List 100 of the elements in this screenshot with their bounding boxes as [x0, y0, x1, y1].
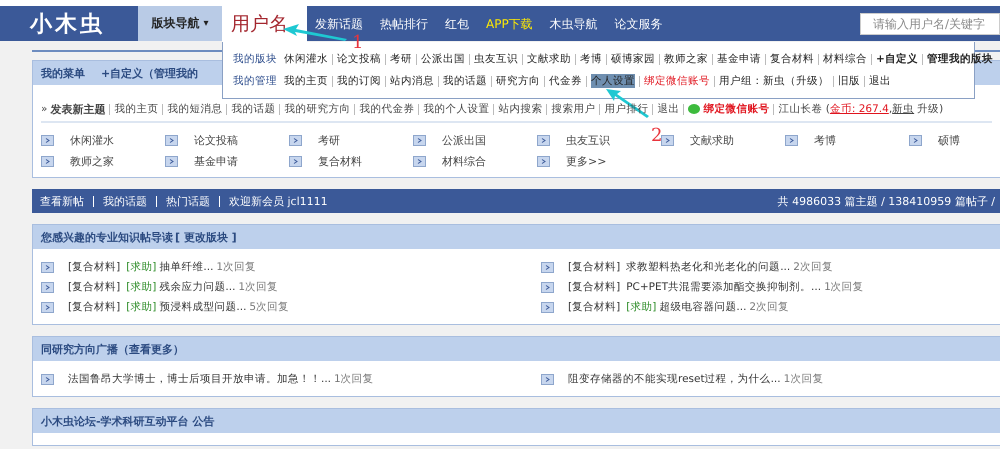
quick-link[interactable]: 我的主页 [114, 102, 158, 116]
thread-category[interactable]: [复合材料] [568, 260, 620, 274]
quick-link[interactable]: 我的话题 [231, 102, 276, 116]
thread-tag: [求助] [626, 300, 656, 314]
bullet-icon [413, 156, 426, 167]
nav-link[interactable]: 木虫导航 [550, 16, 598, 30]
menu-link[interactable]: 休闲灌水 [284, 52, 328, 66]
board-link[interactable]: 硕博 [909, 133, 960, 148]
panel-title: 您感兴趣的专业知识帖导读 [41, 230, 173, 244]
menu-link[interactable]: 绑定微信账号 [644, 74, 710, 88]
account-name: 江山长卷 ( [778, 102, 830, 116]
thread-category[interactable]: [复合材料] [68, 300, 120, 314]
post-totals: 共 4986033 篇主题 / 138410959 篇帖子 / [778, 194, 995, 208]
bullet-icon [541, 262, 554, 272]
menu-link[interactable]: +自定义 [876, 52, 918, 66]
menu-link[interactable]: 教师之家 [664, 52, 708, 66]
quick-link[interactable]: 我的代金券 [359, 102, 414, 116]
menu-link[interactable]: 个人设置 [591, 74, 635, 88]
quick-link[interactable]: 我的个人设置 [423, 102, 490, 116]
site-logo[interactable]: 小木虫 [30, 8, 138, 38]
bullet-icon [541, 282, 554, 292]
nav-link[interactable]: 红包 [445, 16, 469, 30]
panel-title: 同研究方向广播（查看更多） [41, 342, 184, 356]
menu-link[interactable]: 公派出国 [421, 52, 465, 66]
change-boards-link[interactable]: [ 更改版块 ] [175, 230, 237, 244]
search-field[interactable]: 请输入用户名/关键字 [860, 12, 1000, 34]
thread-title[interactable]: 超级电容器问题... [659, 300, 746, 314]
board-link[interactable]: 文献求助 [661, 133, 734, 148]
nav-link[interactable]: 发新话题 [315, 16, 363, 30]
menu-link[interactable]: 退出 [869, 74, 891, 88]
board-link[interactable]: 论文投稿 [165, 133, 238, 148]
bar-link[interactable]: 欢迎新会员 jcl1111 [229, 194, 328, 208]
thread-tag: [求助] [126, 300, 156, 314]
coins-link[interactable]: 金币: 267.4 [830, 102, 889, 116]
thread-title[interactable]: 抽单纤维... [159, 260, 214, 274]
menu-link[interactable]: 我的主页 [284, 74, 328, 88]
bullet-icon [909, 135, 922, 146]
thread-title[interactable]: 残余应力问题... [159, 280, 236, 294]
board-link[interactable]: 复合材料 [289, 154, 362, 169]
menu-link[interactable]: 材料综合 [823, 52, 867, 66]
menu-link[interactable]: 论文投稿 [337, 52, 381, 66]
nav-link[interactable]: APP下载 [486, 16, 533, 30]
thread-title[interactable]: PC+PET共混需要添加酯交换抑制剂。... [626, 280, 822, 294]
user-group-link[interactable]: 新虫 [892, 102, 914, 116]
menu-link[interactable]: 考博 [580, 52, 602, 66]
bind-wechat-link[interactable]: 绑定微信账号 [688, 102, 770, 116]
bullet-icon [41, 262, 54, 272]
menu-link[interactable]: 考研 [390, 52, 412, 66]
menu-link[interactable]: 用户组：新虫（升级） [719, 74, 829, 88]
bullet-icon [537, 135, 550, 146]
board-link[interactable]: 考研 [289, 133, 340, 148]
bullet-icon [41, 135, 54, 146]
menu-link[interactable]: 旧版 [838, 74, 860, 88]
quick-link[interactable]: 我的短消息 [167, 102, 222, 116]
quick-link[interactable]: 退出 [657, 102, 680, 116]
menu-link[interactable]: 研究方向 [496, 74, 540, 88]
menu-link[interactable]: 站内消息 [390, 74, 434, 88]
forum-navigation-button[interactable]: 版块导航 ▾ [138, 6, 222, 41]
chat-bubble-icon [688, 104, 700, 114]
menu-link[interactable]: 复合材料 [770, 52, 814, 66]
thread-category[interactable]: [复合材料] [68, 260, 120, 274]
bullet-mark: » [41, 103, 48, 115]
thread-category[interactable]: [复合材料] [568, 300, 620, 314]
thread-title[interactable]: 法国鲁昂大学博士，博士后项目开放申请。加急！！... [68, 372, 332, 386]
thread-title[interactable]: 求教塑料热老化和光老化的问题... [626, 260, 790, 274]
bullet-icon [289, 135, 302, 146]
board-link[interactable]: 教师之家 [41, 154, 114, 169]
bar-link[interactable]: 查看新帖 [40, 194, 84, 208]
reply-count: 5次回复 [249, 300, 290, 314]
menu-link[interactable]: 管理我的版块 [926, 52, 993, 66]
thread-category[interactable]: [复合材料] [568, 280, 620, 294]
board-link[interactable]: 休闲灌水 [41, 133, 114, 148]
quick-link[interactable]: 搜索用户 [551, 102, 596, 116]
quick-link[interactable]: 发表新主题 [50, 102, 106, 116]
thread-title[interactable]: 预浸料成型问题... [159, 300, 246, 314]
menu-link[interactable]: 我的话题 [443, 74, 487, 88]
menu-link[interactable]: 硕博家园 [611, 52, 655, 66]
panel-title: 小木虫论坛-学术科研互动平台 公告 [41, 414, 214, 428]
board-link[interactable]: 虫友互识 [537, 133, 610, 148]
menu-link[interactable]: 文献求助 [527, 52, 571, 66]
quick-link[interactable]: 我的研究方向 [284, 102, 350, 116]
nav-link[interactable]: 热帖排行 [380, 16, 428, 30]
board-link[interactable]: 基金申请 [165, 154, 238, 169]
thread-title[interactable]: 阻变存储器的不能实现reset过程，为什么... [568, 372, 781, 386]
username[interactable]: 用户名 [222, 6, 307, 42]
panel-title: 我的菜单 [41, 66, 85, 80]
menu-link[interactable]: 代金券 [549, 74, 582, 88]
menu-link[interactable]: 我的订阅 [337, 74, 381, 88]
customize-link[interactable]: +自定义（管理我的 [101, 66, 198, 80]
menu-link[interactable]: 虫友互识 [474, 52, 518, 66]
thread-category[interactable]: [复合材料] [68, 280, 120, 294]
menu-link[interactable]: 基金申请 [717, 52, 761, 66]
board-link[interactable]: 材料综合 [413, 154, 486, 169]
board-link[interactable]: 更多>> [537, 154, 606, 169]
quick-link[interactable]: 站内搜索 [498, 102, 542, 116]
bar-link[interactable]: 热门话题 [166, 194, 210, 208]
bar-link[interactable]: 我的话题 [103, 194, 147, 208]
nav-link[interactable]: 论文服务 [614, 16, 663, 30]
board-link[interactable]: 考博 [785, 133, 836, 148]
board-link[interactable]: 公派出国 [413, 133, 486, 148]
